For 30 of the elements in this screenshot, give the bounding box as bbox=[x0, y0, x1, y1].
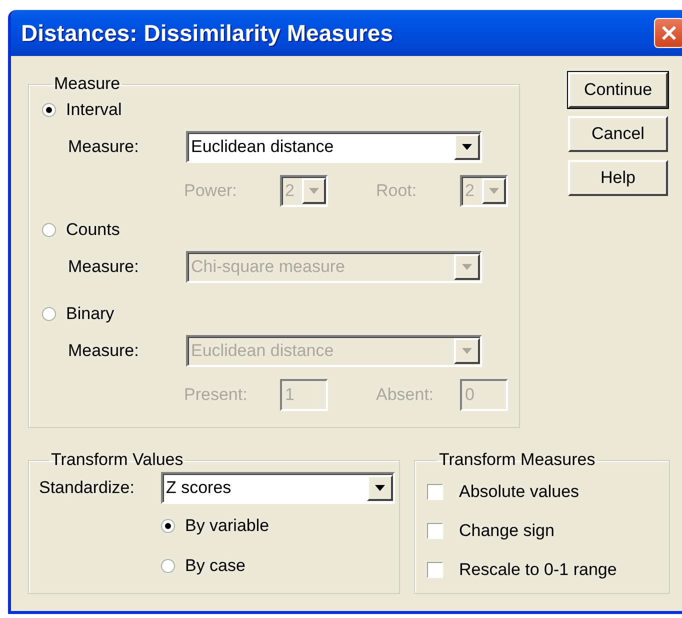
radio-label[interactable]: By variable bbox=[185, 516, 270, 536]
dialog-button[interactable]: Help bbox=[568, 160, 668, 196]
radio-button[interactable] bbox=[42, 103, 56, 117]
checkbox-label[interactable]: Absolute values bbox=[459, 482, 580, 502]
checkbox[interactable] bbox=[427, 522, 443, 538]
field-label: Power: bbox=[184, 181, 238, 201]
dropdown[interactable]: Euclidean distance bbox=[186, 131, 482, 163]
group-title: Transform Measures bbox=[438, 450, 596, 470]
radio-label[interactable]: Interval bbox=[66, 100, 122, 120]
field-label: Measure: bbox=[67, 137, 140, 157]
window-title: Distances: Dissimilarity Measures bbox=[21, 20, 394, 46]
checkbox[interactable] bbox=[427, 562, 443, 578]
field-label: Measure: bbox=[67, 341, 140, 361]
dialog-button[interactable]: Continue bbox=[568, 72, 668, 108]
checkbox-label[interactable]: Change sign bbox=[459, 520, 554, 540]
checkbox[interactable] bbox=[427, 484, 443, 500]
field-label: Absent: bbox=[376, 385, 435, 405]
radio-button[interactable] bbox=[161, 559, 175, 573]
dropdown[interactable]: Z scores bbox=[161, 472, 395, 504]
radio-label[interactable]: By case bbox=[185, 556, 246, 576]
dialog-button[interactable]: Cancel bbox=[568, 116, 668, 152]
close-icon[interactable] bbox=[654, 18, 682, 48]
checkbox-label[interactable]: Rescale to 0-1 range bbox=[459, 560, 617, 580]
radio-button[interactable] bbox=[161, 519, 175, 533]
group-title: Measure bbox=[53, 74, 122, 94]
field-label: Standardize: bbox=[39, 478, 136, 498]
field-label: Measure: bbox=[67, 257, 140, 277]
field-label: Present: bbox=[184, 385, 248, 405]
field-label: Root: bbox=[376, 181, 418, 201]
group-title: Transform Values bbox=[50, 450, 184, 470]
